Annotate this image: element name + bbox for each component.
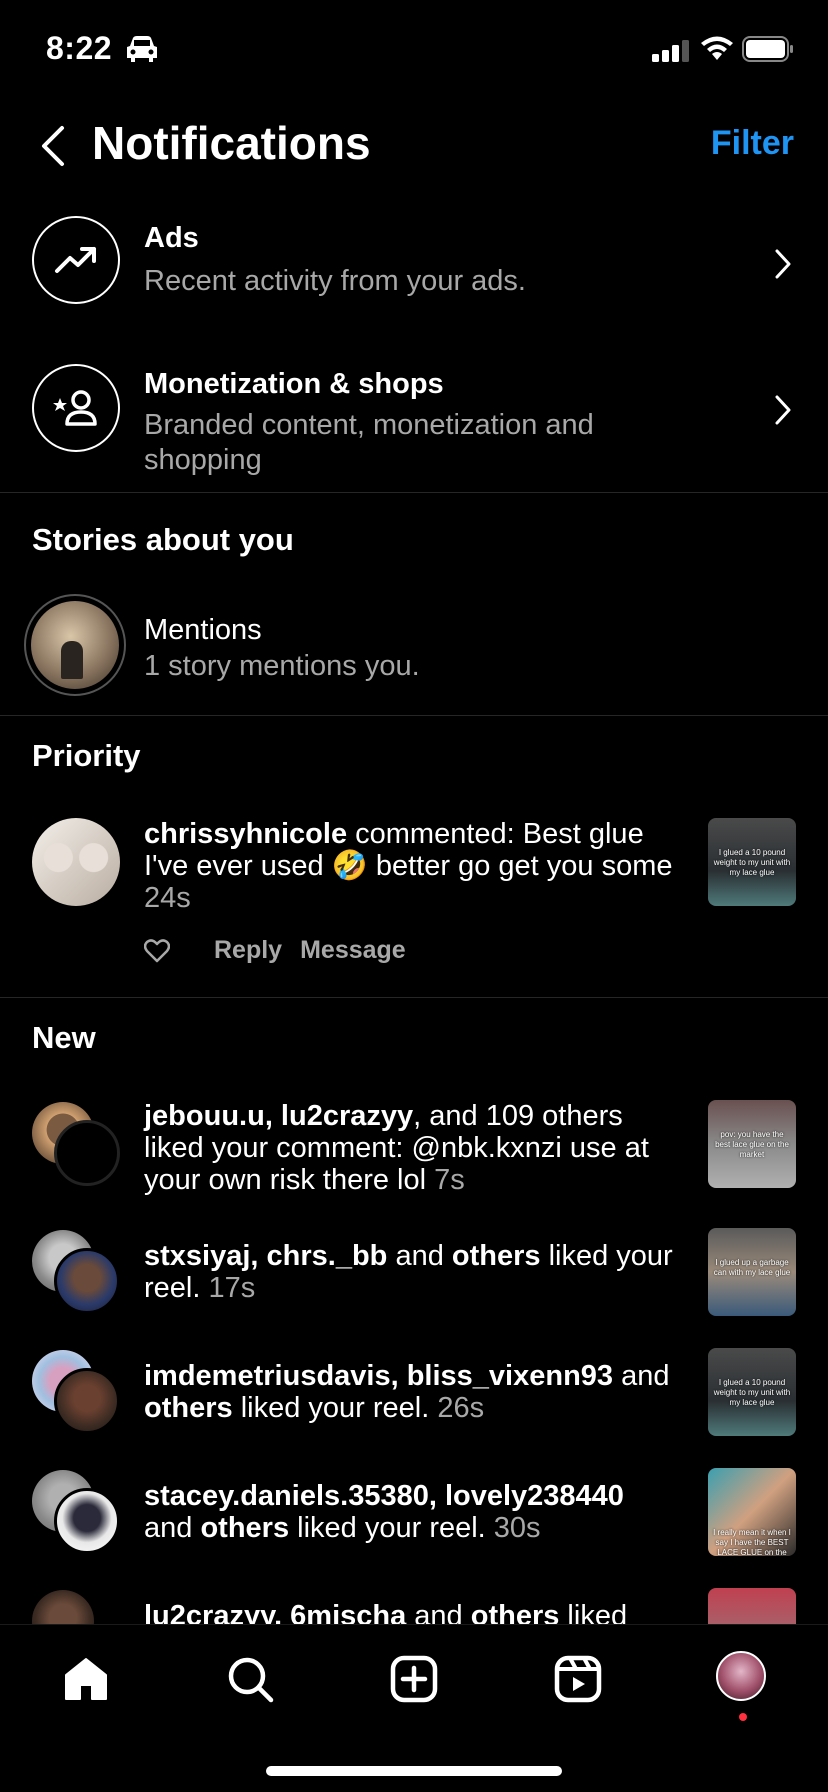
others-link[interactable]: others xyxy=(144,1392,233,1424)
home-icon xyxy=(65,1658,107,1700)
story-thumbnail xyxy=(31,601,119,689)
stories-section-title: Stories about you xyxy=(32,522,294,557)
create-icon xyxy=(390,1655,438,1703)
notification-item[interactable]: stacey.daniels.35380, lovely238440 and o… xyxy=(0,1468,828,1568)
page-title: Notifications xyxy=(92,117,371,169)
filter-button[interactable]: Filter xyxy=(711,124,794,163)
notification-body: and xyxy=(144,1512,201,1544)
thumbnail-caption: I glued a 10 pound weight to my unit wit… xyxy=(713,848,791,877)
monetization-icon-circle xyxy=(32,364,120,452)
message-button[interactable]: Message xyxy=(300,936,406,965)
thumbnail-caption: pov: you have the best lace glue on the … xyxy=(715,1130,789,1159)
timestamp: 17s xyxy=(208,1272,256,1304)
avatar[interactable] xyxy=(54,1120,120,1186)
chevron-right-icon xyxy=(775,249,791,279)
avatar[interactable] xyxy=(32,818,120,906)
notification-item[interactable]: imdemetriusdavis, bliss_vixenn93 and oth… xyxy=(0,1348,828,1448)
timestamp: 24s xyxy=(144,882,191,914)
avatar[interactable] xyxy=(54,1368,120,1434)
usernames[interactable]: imdemetriusdavis, bliss_vixenn93 xyxy=(144,1360,613,1392)
heart-icon[interactable] xyxy=(144,938,170,963)
trending-up-icon xyxy=(55,247,96,273)
notification-body: liked your reel. xyxy=(232,1392,438,1424)
search-icon xyxy=(228,1657,274,1703)
post-thumbnail[interactable] xyxy=(708,1588,796,1624)
status-bar: 8:22 xyxy=(0,0,828,100)
timestamp: 30s xyxy=(493,1512,541,1544)
star-person-icon xyxy=(53,390,97,426)
thumbnail-caption: I glued a 10 pound weight to my unit wit… xyxy=(713,1378,791,1407)
tab-profile-avatar[interactable] xyxy=(716,1651,766,1701)
notification-text: chrissyhnicole commented: Best glue I've… xyxy=(144,818,674,914)
notification-text: stacey.daniels.35380, lovely238440 and o… xyxy=(144,1480,674,1544)
priority-notification[interactable]: chrissyhnicole commented: Best glue I've… xyxy=(0,818,828,978)
post-thumbnail[interactable]: I glued up a garbage can with my lace gl… xyxy=(708,1228,796,1316)
monetization-row[interactable]: Monetization & shops Branded content, mo… xyxy=(0,364,828,484)
reply-button[interactable]: Reply xyxy=(214,936,282,965)
notification-body: liked xyxy=(559,1600,628,1624)
monetization-title: Monetization & shops xyxy=(144,368,444,400)
others-link[interactable]: others xyxy=(452,1240,541,1272)
usernames[interactable]: jebouu.u, lu2crazyy xyxy=(144,1100,413,1132)
username[interactable]: chrissyhnicole xyxy=(144,818,347,850)
divider xyxy=(0,492,828,493)
tab-create[interactable] xyxy=(388,1653,440,1705)
wifi-icon xyxy=(701,36,733,60)
usernames[interactable]: stacey.daniels.35380, lovely238440 xyxy=(144,1480,624,1512)
thumbnail-caption: I glued up a garbage can with my lace gl… xyxy=(713,1258,791,1277)
notification-body: and xyxy=(387,1240,452,1272)
status-time: 8:22 xyxy=(46,30,113,66)
back-chevron-icon[interactable] xyxy=(38,124,68,168)
reels-icon xyxy=(554,1655,602,1703)
timestamp: 26s xyxy=(437,1392,485,1424)
header: Notifications Filter xyxy=(0,110,828,180)
avatar[interactable] xyxy=(32,1590,94,1624)
home-indicator[interactable] xyxy=(266,1766,562,1776)
tab-reels[interactable] xyxy=(552,1653,604,1705)
others-link[interactable]: others xyxy=(471,1600,560,1624)
car-icon xyxy=(127,36,157,62)
notification-text: imdemetriusdavis, bliss_vixenn93 and oth… xyxy=(144,1360,674,1424)
new-section-title: New xyxy=(32,1020,96,1055)
notification-item[interactable]: jebouu.u, lu2crazyy, and 109 others like… xyxy=(0,1100,828,1200)
chevron-right-icon xyxy=(775,395,791,425)
usernames[interactable]: lu2crazyy, 6mischa xyxy=(144,1600,406,1624)
ads-row[interactable]: Ads Recent activity from your ads. xyxy=(0,216,828,312)
notifications-screen: 8:22 Notifications Filter Ads Recent act… xyxy=(0,0,828,1792)
avatar[interactable] xyxy=(54,1248,120,1314)
post-thumbnail[interactable]: I glued a 10 pound weight to my unit wit… xyxy=(708,1348,796,1436)
mention-story-avatar[interactable] xyxy=(24,594,126,696)
post-thumbnail[interactable]: I really mean it when I say I have the B… xyxy=(708,1468,796,1556)
notification-text: stxsiyaj, chrs._bb and others liked your… xyxy=(144,1240,674,1304)
ads-title: Ads xyxy=(144,222,199,254)
timestamp: 7s xyxy=(434,1164,465,1196)
battery-icon xyxy=(742,36,793,62)
notification-body: and xyxy=(406,1600,471,1624)
notification-text: jebouu.u, lu2crazyy, and 109 others like… xyxy=(144,1100,674,1196)
divider xyxy=(0,715,828,716)
avatar[interactable] xyxy=(54,1488,120,1554)
monetization-subtitle: Branded content, monetization and shoppi… xyxy=(144,409,594,476)
post-thumbnail[interactable]: pov: you have the best lace glue on the … xyxy=(708,1100,796,1188)
notification-body: liked your reel. xyxy=(289,1512,494,1544)
priority-section-title: Priority xyxy=(32,738,141,773)
mentions-subtitle: 1 story mentions you. xyxy=(144,650,420,682)
notification-item[interactable]: lu2crazyy, 6mischa and others liked xyxy=(0,1588,828,1624)
notification-body: and xyxy=(613,1360,670,1392)
ads-icon-circle xyxy=(32,216,120,304)
notification-dot xyxy=(739,1713,747,1721)
usernames[interactable]: stxsiyaj, chrs._bb xyxy=(144,1240,387,1272)
cellular-signal-icon xyxy=(652,40,689,62)
comment-actions: Reply Message xyxy=(144,936,406,965)
notification-item[interactable]: stxsiyaj, chrs._bb and others liked your… xyxy=(0,1228,828,1328)
divider xyxy=(0,997,828,998)
mentions-title[interactable]: Mentions xyxy=(144,614,262,647)
post-thumbnail[interactable]: I glued a 10 pound weight to my unit wit… xyxy=(708,818,796,906)
tab-home[interactable] xyxy=(60,1653,112,1705)
tab-search[interactable] xyxy=(224,1653,276,1705)
ads-subtitle: Recent activity from your ads. xyxy=(144,265,526,297)
others-link[interactable]: others xyxy=(200,1512,289,1544)
notification-text: lu2crazyy, 6mischa and others liked xyxy=(144,1600,674,1624)
thumbnail-caption: I really mean it when I say I have the B… xyxy=(713,1528,791,1556)
